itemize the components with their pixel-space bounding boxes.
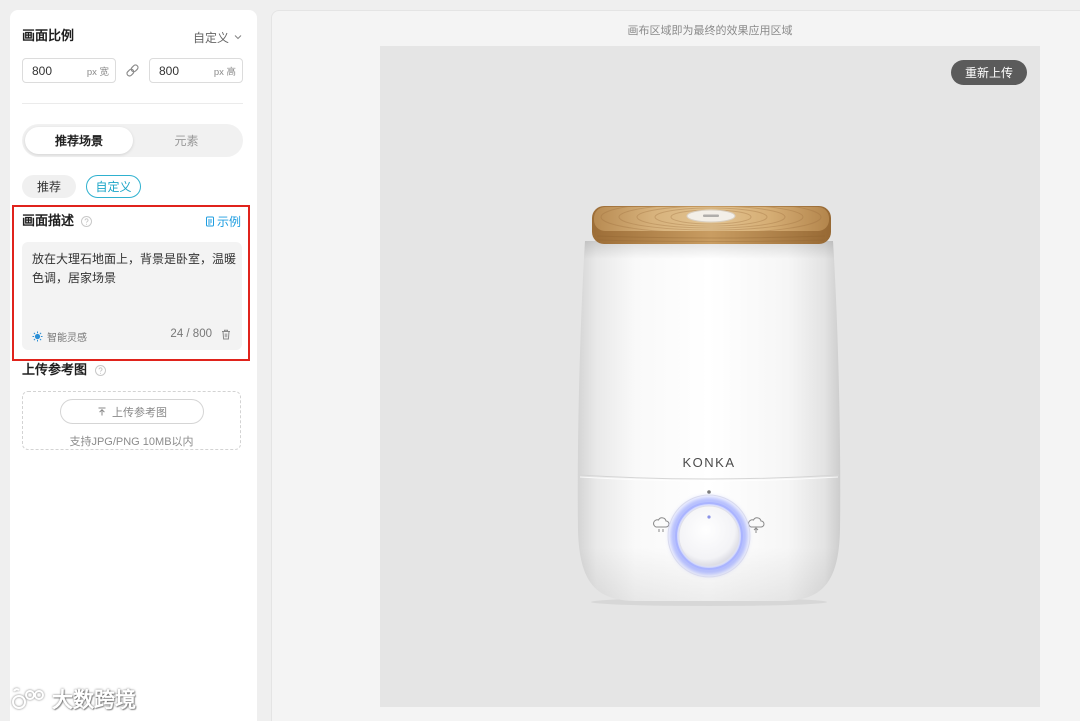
width-field[interactable]: px 宽 xyxy=(22,58,116,83)
aspect-ratio-title: 画面比例 xyxy=(22,28,75,43)
trash-icon[interactable] xyxy=(221,329,231,340)
example-link[interactable]: 示例 xyxy=(198,213,241,229)
height-unit: px 高 xyxy=(213,66,236,78)
width-unit: px 宽 xyxy=(86,66,109,78)
upload-reference-button[interactable]: 上传参考图 xyxy=(60,399,204,424)
inspiration-icon xyxy=(32,331,43,342)
width-input[interactable] xyxy=(32,63,76,78)
brand-logo-text: KONKA xyxy=(682,455,735,470)
chevron-down-icon xyxy=(233,32,243,42)
help-icon[interactable] xyxy=(95,365,106,376)
upload-reference-label: 上传参考图 xyxy=(112,406,167,419)
reupload-button[interactable]: 重新上传 xyxy=(951,60,1027,85)
textarea-footer: 智能灵感 24 / 800 xyxy=(22,326,242,344)
height-field[interactable]: px 高 xyxy=(149,58,243,83)
upload-hint: 支持JPG/PNG 10MB以内 xyxy=(69,436,194,448)
example-doc-icon xyxy=(205,216,215,227)
settings-sidebar: 画面比例 自定义 px 宽 px 高 推荐场景 元素 推荐 自定义 画面描述 示… xyxy=(10,10,257,721)
watermark-text: 大数跨境 xyxy=(52,689,136,712)
aspect-ratio-dropdown[interactable]: 自定义 xyxy=(180,29,243,45)
indicator-dot xyxy=(707,490,711,494)
help-icon[interactable] xyxy=(81,216,92,227)
scene-tab-switch: 推荐场景 元素 xyxy=(22,124,243,157)
aspect-ratio-mode-label: 自定义 xyxy=(192,30,229,45)
example-label: 示例 xyxy=(216,214,241,229)
description-title: 画面描述 xyxy=(22,213,75,228)
watermark-logo-icon xyxy=(12,688,44,709)
chip-recommended[interactable]: 推荐 xyxy=(22,175,76,198)
character-counter: 24 / 800 xyxy=(170,328,212,340)
canvas[interactable]: 重新上传 KONKA xyxy=(380,46,1040,707)
description-textarea[interactable]: 放在大理石地面上，背景是卧室，温暖色调，居家场景 智能灵感 24 / 800 xyxy=(22,242,242,350)
chip-custom[interactable]: 自定义 xyxy=(86,175,141,198)
control-knob xyxy=(667,494,751,578)
inspiration-label: 智能灵感 xyxy=(47,333,87,344)
reference-upload-title: 上传参考图 xyxy=(22,362,88,377)
reference-dropzone[interactable]: 上传参考图 支持JPG/PNG 10MB以内 xyxy=(22,391,241,450)
product-image: KONKA xyxy=(577,206,841,606)
smart-inspiration-button[interactable]: 智能灵感 xyxy=(32,329,87,344)
upload-icon xyxy=(97,407,107,417)
height-input[interactable] xyxy=(159,63,203,78)
description-text[interactable]: 放在大理石地面上，背景是卧室，温暖色调，居家场景 xyxy=(32,250,237,288)
tab-elements[interactable]: 元素 xyxy=(133,127,240,154)
link-icon[interactable] xyxy=(125,63,140,78)
tab-recommended-scene[interactable]: 推荐场景 xyxy=(25,127,133,154)
canvas-hint: 画布区域即为最终的效果应用区域 xyxy=(627,25,793,37)
canvas-panel: 画布区域即为最终的效果应用区域 重新上传 KONKA xyxy=(271,10,1080,721)
divider xyxy=(22,103,243,104)
wooden-lid xyxy=(592,206,831,244)
